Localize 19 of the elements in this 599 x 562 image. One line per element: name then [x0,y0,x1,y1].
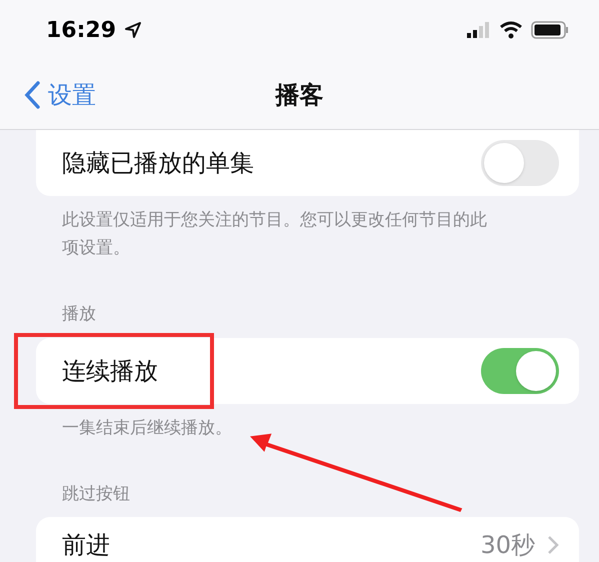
section-footer: 一集结束后继续播放。 [36,414,579,442]
row-label: 连续播放 [62,356,158,386]
section-header: 播放 [61,303,97,326]
row-label: 隐藏已播放的单集 [62,148,254,179]
value-button[interactable]: 30秒 [480,527,559,562]
page-title: 播客 [276,80,324,110]
section-footer: 此设置仅适用于您关注的节目。您可以更改任何节目的此项设置。 [36,206,579,262]
toggle-switch[interactable] [481,140,559,186]
back-chevron-icon [24,80,40,108]
status-time: 16:29 [46,16,116,44]
back-button[interactable]: 设置 [24,76,96,112]
section-header: 跳过按钮 [61,482,131,506]
row-label: 前进 [62,530,110,561]
chevron-icon [547,535,559,555]
wifi-icon [499,21,523,39]
signal-icon [467,22,491,38]
battery-icon [531,21,569,39]
toggle-switch[interactable] [481,348,559,394]
location-icon [124,21,142,39]
